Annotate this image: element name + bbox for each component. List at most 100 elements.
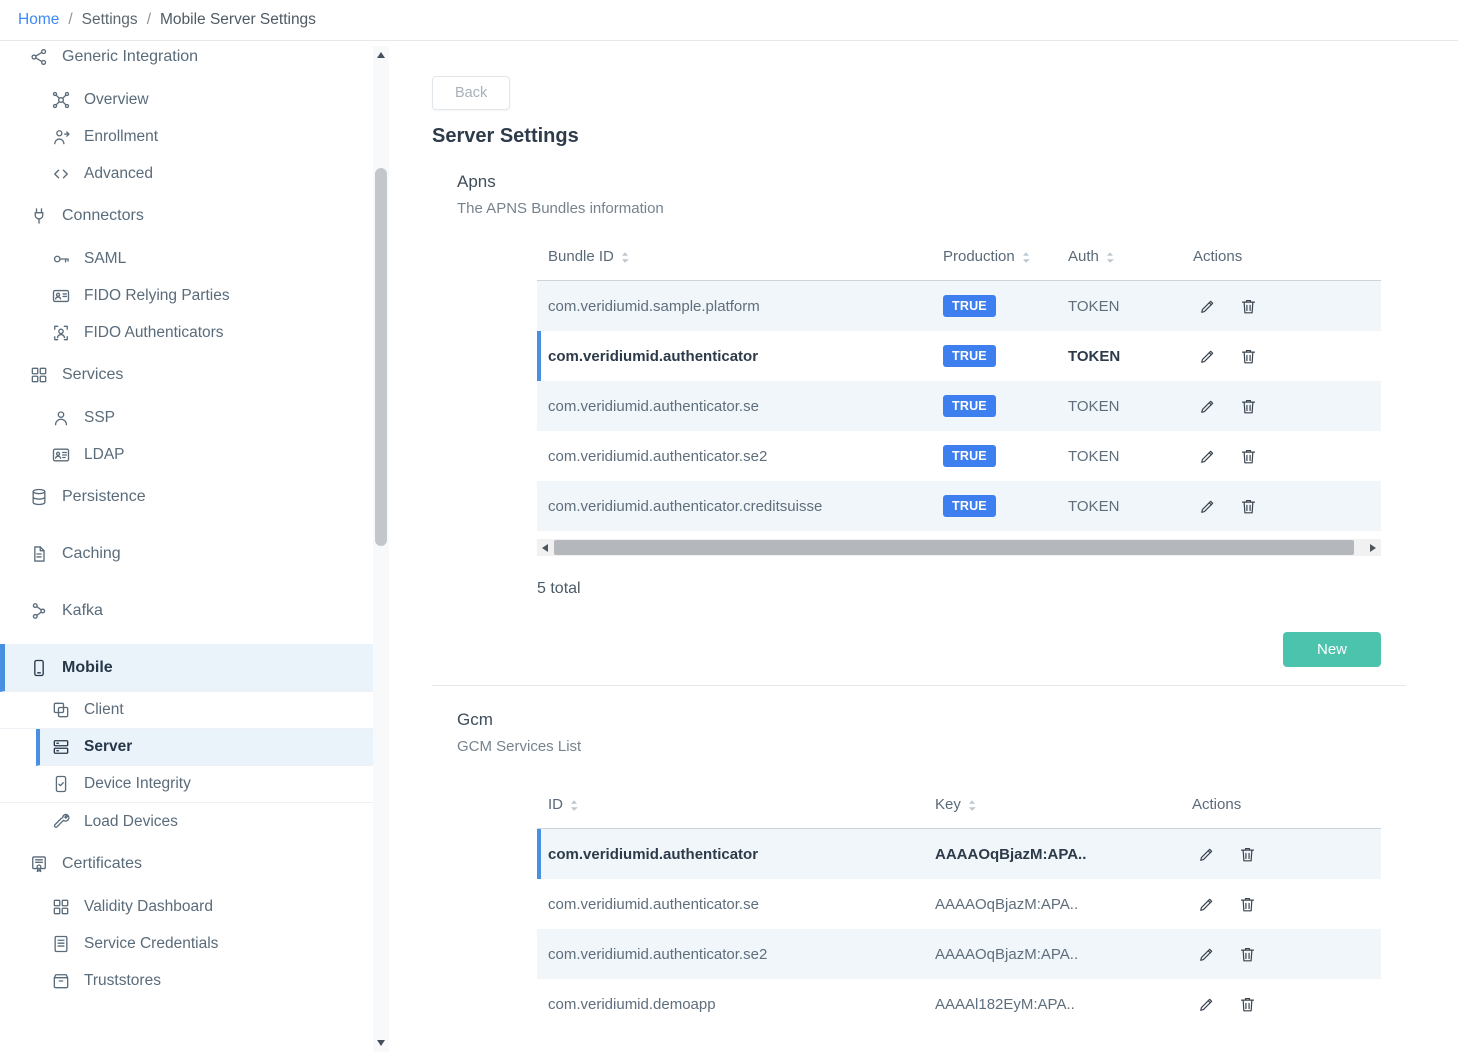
apns-table-row[interactable]: com.veridiumid.authenticator.creditsuiss…	[537, 481, 1381, 531]
user-icon	[50, 408, 72, 428]
sidebar-item-generic-integration[interactable]: Generic Integration	[0, 41, 373, 81]
new-button[interactable]: New	[1283, 632, 1381, 667]
gcm-column-key[interactable]: Key	[924, 796, 1181, 813]
breadcrumb-home-link[interactable]: Home	[18, 11, 59, 29]
gcm-table-row[interactable]: com.veridiumid.demoappAAAAl182EyM:APA..	[537, 979, 1381, 1029]
sidebar-item-device-integrity[interactable]: Device Integrity	[0, 766, 373, 803]
sidebar-item-label: SAML	[84, 250, 126, 268]
gcm-table-row[interactable]: com.veridiumid.authenticator.seAAAAOqBja…	[537, 879, 1381, 929]
scrollbar-track[interactable]	[553, 539, 1365, 556]
device-shield-icon	[50, 774, 72, 794]
edit-icon[interactable]	[1197, 995, 1216, 1014]
auth-cell: TOKEN	[1057, 348, 1182, 365]
breadcrumb-settings-link[interactable]: Settings	[82, 11, 138, 29]
edit-icon[interactable]	[1198, 497, 1217, 516]
production-cell: TRUE	[932, 495, 1057, 517]
gcm-section-title: Gcm	[457, 710, 1406, 730]
sidebar-item-saml[interactable]: SAML	[0, 240, 373, 277]
sidebar-item-validity-dashboard[interactable]: Validity Dashboard	[0, 888, 373, 925]
delete-icon[interactable]	[1238, 895, 1257, 914]
delete-icon[interactable]	[1239, 497, 1258, 516]
delete-icon[interactable]	[1238, 845, 1257, 864]
apns-column-production[interactable]: Production	[932, 248, 1057, 265]
sidebar-item-persistence[interactable]: Persistence	[0, 473, 373, 521]
apns-table-row[interactable]: com.veridiumid.authenticator.seTRUETOKEN	[537, 381, 1381, 431]
sidebar-item-fido-authenticators[interactable]: FIDO Authenticators	[0, 314, 373, 351]
truststore-box-icon	[50, 971, 72, 991]
sidebar-scrollbar[interactable]	[373, 46, 389, 1052]
edit-icon[interactable]	[1198, 397, 1217, 416]
sidebar-item-truststores[interactable]: Truststores	[0, 962, 373, 999]
breadcrumb-current-page: Mobile Server Settings	[160, 11, 316, 29]
delete-icon[interactable]	[1238, 995, 1257, 1014]
delete-icon[interactable]	[1239, 297, 1258, 316]
sidebar-item-ssp[interactable]: SSP	[0, 399, 373, 436]
delete-icon[interactable]	[1239, 347, 1258, 366]
edit-icon[interactable]	[1197, 945, 1216, 964]
phone-icon	[28, 658, 50, 678]
apns-column-actions: Actions	[1182, 248, 1381, 265]
delete-icon[interactable]	[1239, 397, 1258, 416]
sidebar-item-label: Enrollment	[84, 128, 158, 146]
bundle-id-cell: com.veridiumid.sample.platform	[537, 298, 932, 315]
apns-table-row[interactable]: com.veridiumid.authenticatorTRUETOKEN	[537, 331, 1381, 381]
sidebar-item-fido-relying-parties[interactable]: FIDO Relying Parties	[0, 277, 373, 314]
gcm-table-row[interactable]: com.veridiumid.authenticator.se2AAAAOqBj…	[537, 929, 1381, 979]
sidebar-item-label: Services	[62, 366, 123, 384]
sidebar-item-caching[interactable]: Caching	[0, 530, 373, 578]
apns-table-row[interactable]: com.veridiumid.sample.platformTRUETOKEN	[537, 281, 1381, 331]
sort-icon	[1022, 251, 1030, 264]
edit-icon[interactable]	[1197, 895, 1216, 914]
horizontal-scrollbar-thumb[interactable]	[554, 540, 1354, 555]
sidebar-item-advanced[interactable]: Advanced	[0, 155, 373, 192]
delete-icon[interactable]	[1238, 945, 1257, 964]
scroll-up-arrow[interactable]	[373, 48, 389, 62]
authenticator-scan-icon	[50, 323, 72, 343]
apns-table-header: Bundle IDProductionAuthActions	[537, 233, 1381, 281]
apns-section-title: Apns	[457, 172, 1406, 192]
sidebar-item-connectors[interactable]: Connectors	[0, 192, 373, 240]
gcm-table-row[interactable]: com.veridiumid.authenticatorAAAAOqBjazM:…	[537, 829, 1381, 879]
sidebar-item-label: Device Integrity	[84, 775, 191, 793]
saml-key-icon	[50, 249, 72, 269]
sidebar-item-mobile[interactable]: Mobile	[0, 644, 373, 692]
sidebar-item-load-devices[interactable]: Load Devices	[0, 803, 373, 840]
production-badge: TRUE	[943, 395, 996, 417]
edit-icon[interactable]	[1198, 347, 1217, 366]
sidebar-item-ldap[interactable]: LDAP	[0, 436, 373, 473]
apns-table-row[interactable]: com.veridiumid.authenticator.se2TRUETOKE…	[537, 431, 1381, 481]
sidebar-item-label: Client	[84, 701, 124, 719]
sort-icon	[1106, 251, 1114, 264]
sidebar-item-overview[interactable]: Overview	[0, 81, 373, 118]
edit-icon[interactable]	[1197, 845, 1216, 864]
auth-cell: TOKEN	[1057, 498, 1182, 515]
scroll-left-arrow[interactable]	[537, 539, 553, 556]
sort-icon	[570, 799, 578, 812]
production-badge: TRUE	[943, 295, 996, 317]
bundle-id-cell: com.veridiumid.authenticator	[537, 348, 932, 365]
sidebar-item-client[interactable]: Client	[0, 692, 373, 729]
sidebar-item-server[interactable]: Server	[36, 729, 373, 766]
sidebar-item-certificates[interactable]: Certificates	[0, 840, 373, 888]
apns-column-auth[interactable]: Auth	[1057, 248, 1182, 265]
sidebar-item-label: Validity Dashboard	[84, 898, 213, 916]
edit-icon[interactable]	[1198, 297, 1217, 316]
back-button[interactable]: Back	[432, 76, 510, 110]
sidebar-item-enrollment[interactable]: Enrollment	[0, 118, 373, 155]
apns-column-bundle-id[interactable]: Bundle ID	[537, 248, 932, 265]
sidebar-item-label: Persistence	[62, 488, 146, 506]
sidebar-item-kafka[interactable]: Kafka	[0, 587, 373, 635]
scroll-down-arrow[interactable]	[373, 1036, 389, 1050]
gcm-column-id[interactable]: ID	[537, 796, 924, 813]
breadcrumb-separator: /	[68, 11, 72, 29]
delete-icon[interactable]	[1239, 447, 1258, 466]
scroll-right-arrow[interactable]	[1365, 539, 1381, 556]
sidebar-item-services[interactable]: Services	[0, 351, 373, 399]
sidebar-item-label: Mobile	[62, 659, 113, 677]
apns-horizontal-scrollbar[interactable]	[537, 539, 1381, 556]
sidebar-scrollbar-thumb[interactable]	[375, 168, 387, 546]
sidebar-item-service-credentials[interactable]: Service Credentials	[0, 925, 373, 962]
gcm-key-cell: AAAAOqBjazM:APA..	[924, 896, 1181, 913]
edit-icon[interactable]	[1198, 447, 1217, 466]
actions-cell	[1182, 297, 1381, 316]
